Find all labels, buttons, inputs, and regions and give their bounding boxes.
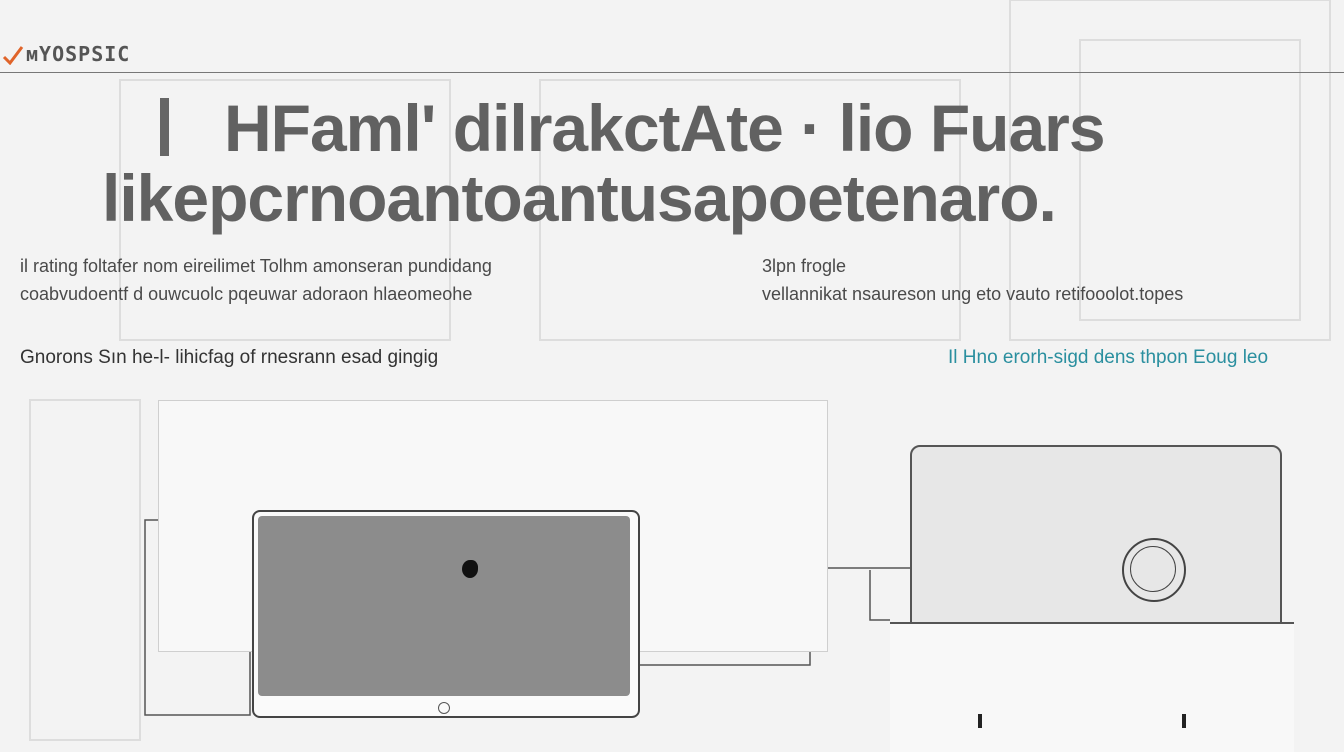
subheading-right-accent[interactable]: dens thpon Eoug leo: [1094, 347, 1268, 368]
stand-foot-right: [1182, 714, 1186, 728]
brand-name: мYOSPSIC: [26, 42, 131, 66]
right-column-title: 3lpn frogle: [762, 256, 847, 276]
subheading-right-prefix: Il Hno erorh‑sigd: [948, 347, 1089, 368]
stand-foot-left: [978, 714, 982, 728]
dial-icon[interactable]: [1122, 538, 1186, 602]
right-column-line-1: vellannikat nsaureson ung eto vauto reti…: [762, 284, 1184, 304]
subheading-right: Il Hno erorh‑sigd dens thpon Eoug leo: [948, 347, 1268, 369]
device-logo-icon: [462, 560, 478, 578]
tablet-screen[interactable]: [258, 516, 630, 696]
page-title-line-2: likepcrnoantoantusapoetenaro.: [102, 161, 1057, 235]
left-column-line-1: il rating foltafer nom eireilimet Tolhm …: [20, 256, 492, 276]
header-divider: [0, 72, 1344, 73]
check-mark-icon: [2, 46, 24, 65]
monitor-stand: [890, 622, 1294, 752]
page-title-line-1: HFaml' dilrakctAte · lio Fuars: [224, 91, 1106, 165]
left-column-line-2: coabvudoentf d ouwcuolc pqeuwar adoraon …: [20, 284, 473, 304]
brand-logo[interactable]: мYOSPSIC: [2, 36, 130, 72]
dial-inner-ring: [1130, 546, 1176, 592]
title-bar-accent: [160, 98, 169, 156]
monitor-device: [910, 445, 1282, 624]
home-button-icon[interactable]: [438, 702, 450, 714]
tablet-device: [252, 510, 640, 718]
subheading-left: Gnorons Sın he‑l‑ lihicfag of rnesrann e…: [20, 347, 439, 368]
